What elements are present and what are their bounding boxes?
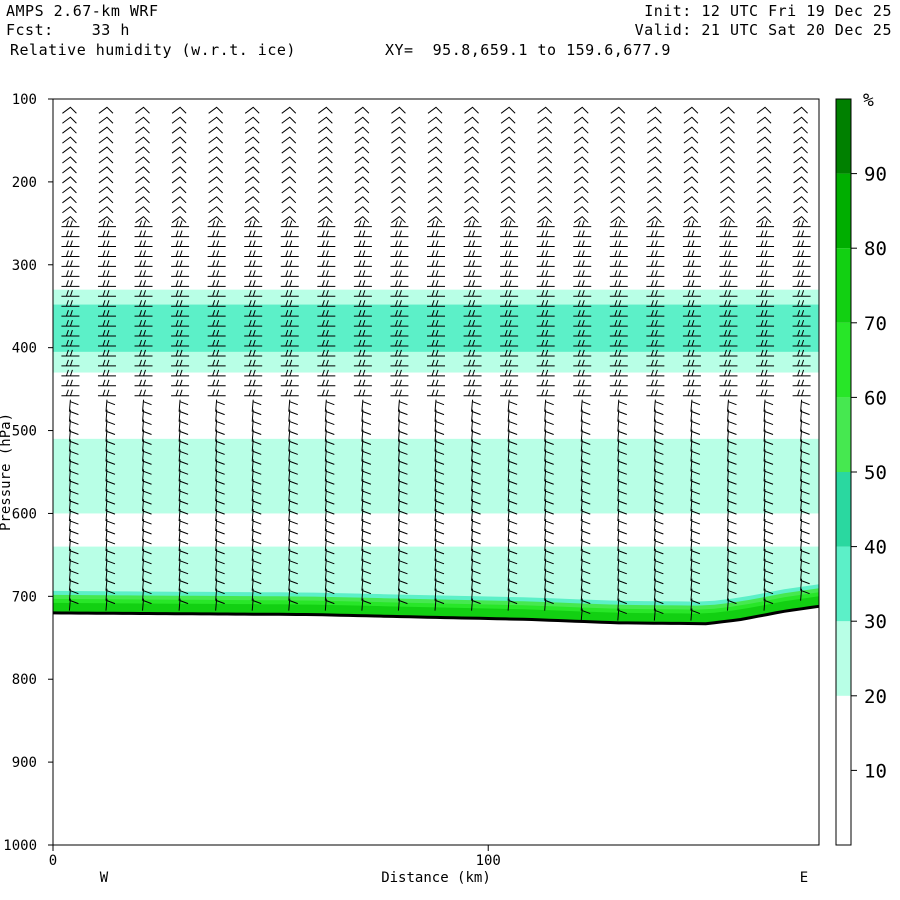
y-tick-label: 800 [12, 672, 37, 688]
colorbar-tick-label: 10 [864, 760, 887, 782]
colorbar-segment [836, 695, 851, 771]
y-tick-label: 600 [12, 506, 37, 522]
y-tick-label: 200 [12, 175, 37, 191]
colorbar-segment [836, 546, 851, 622]
y-tick-label: 1000 [3, 838, 37, 854]
west-end-label: W [100, 870, 109, 886]
colorbar-segment [836, 173, 851, 249]
y-tick-label: 900 [12, 755, 37, 771]
y-tick-label: 500 [12, 424, 37, 440]
y-axis-title: Pressure (hPa) [0, 413, 14, 531]
colorbar-tick-label: 70 [864, 313, 887, 335]
colorbar-tick-label: 90 [864, 164, 887, 186]
colorbar-segment [836, 322, 851, 398]
x-axis-title: Distance (km) [381, 870, 491, 886]
colorbar-tick-label: 80 [864, 238, 887, 260]
colorbar-unit-label: % [863, 90, 874, 111]
terrain-layer [52, 604, 820, 845]
colorbar-segment [836, 397, 851, 472]
y-tick-label: 700 [12, 589, 37, 605]
colorbar-tick-label: 40 [864, 537, 887, 559]
colorbar-segment [836, 770, 851, 845]
colorbar-segment [836, 248, 851, 323]
colorbar-tick-label: 60 [864, 387, 887, 409]
y-tick-label: 300 [12, 258, 37, 274]
colorbar-tick-label: 30 [864, 611, 887, 633]
colorbar-tick-label: 20 [864, 686, 887, 708]
y-tick-label: 400 [12, 341, 37, 357]
colorbar-segment [836, 99, 851, 174]
colorbar-segment [836, 621, 851, 696]
east-end-label: E [800, 870, 808, 886]
colorbar-tick-label: 50 [864, 462, 887, 484]
x-tick-label: 0 [49, 853, 57, 869]
x-tick-label: 100 [476, 853, 501, 869]
cross-section-chart: 10020030040050060070080090010000 100Dista… [0, 90, 887, 886]
colorbar-segment [836, 472, 851, 547]
terrain-fill [53, 606, 819, 845]
y-tick-label: 100 [12, 92, 37, 108]
colorbar: 10 20 30 40 50 60 70 80 90% [835, 90, 887, 846]
